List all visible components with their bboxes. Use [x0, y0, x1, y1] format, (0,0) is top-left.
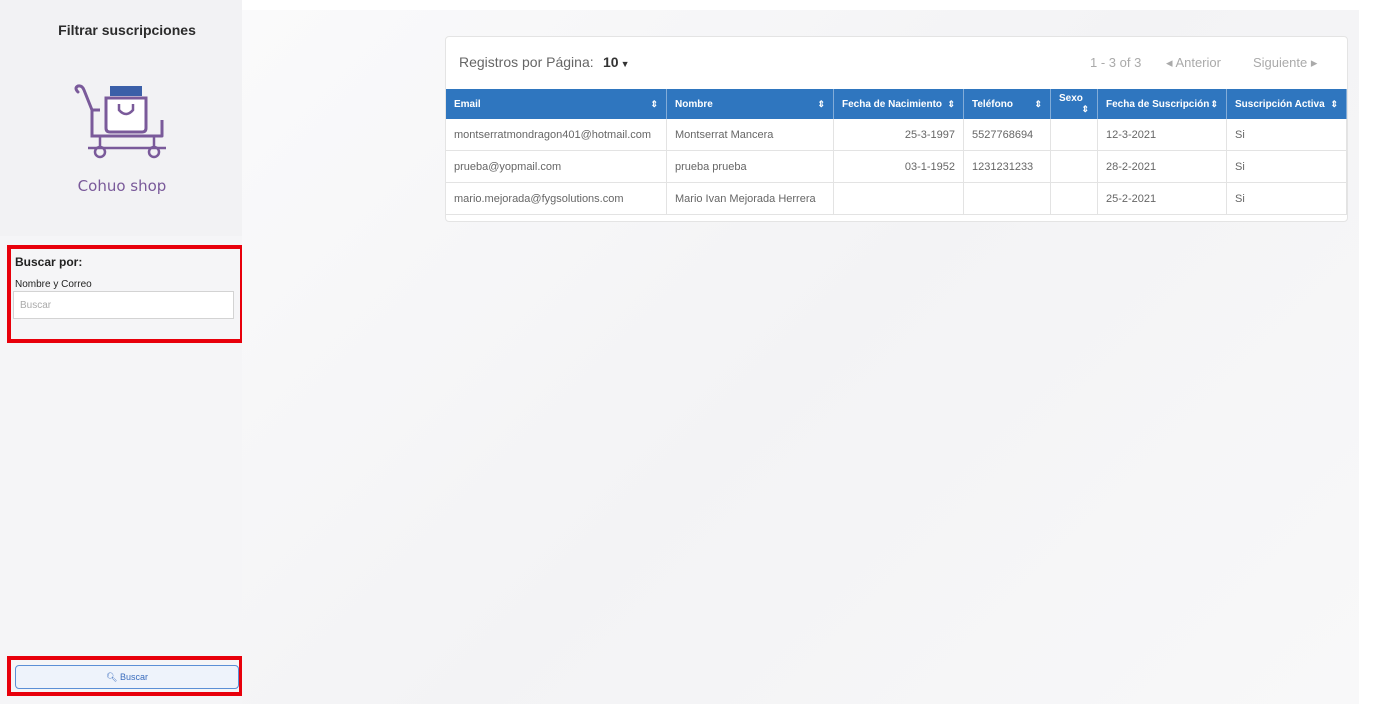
- cell-sex: [1050, 150, 1098, 183]
- cell-name: prueba prueba: [666, 150, 834, 183]
- next-page-button[interactable]: Siguiente ▸: [1253, 55, 1317, 71]
- sidebar-title: Filtrar suscripciones: [58, 22, 196, 38]
- table-row[interactable]: mario.mejorada@fygsolutions.com Mario Iv…: [446, 182, 1347, 215]
- cell-birthdate: [833, 182, 964, 215]
- cell-name: Mario Ivan Mejorada Herrera: [666, 182, 834, 215]
- cell-email: montserratmondragon401@hotmail.com: [446, 119, 667, 151]
- logo-text: Cohuo shop: [77, 177, 167, 195]
- sort-icon: ⇕: [1330, 98, 1338, 109]
- chevron-left-icon: ◂: [1166, 55, 1173, 70]
- column-header-label: Fecha de Suscripción: [1106, 98, 1210, 110]
- subscriptions-table: Email ⇕ Nombre ⇕ Fecha de Nacimiento ⇕ Telé…: [446, 89, 1347, 215]
- search-field-label: Nombre y Correo: [15, 279, 92, 290]
- search-heading: Buscar por:: [15, 255, 83, 269]
- cell-active: Si: [1226, 119, 1347, 151]
- cell-active: Si: [1226, 150, 1347, 183]
- column-header-subscription-date[interactable]: Fecha de Suscripción ⇕: [1097, 89, 1227, 119]
- column-header-label: Email: [454, 98, 481, 110]
- search-icon: 🔍︎: [106, 672, 118, 682]
- cell-phone: 5527768694: [963, 119, 1051, 151]
- cell-subscription-date: 28-2-2021: [1097, 150, 1227, 183]
- sort-icon: ⇕: [1034, 98, 1042, 109]
- sidebar: Filtrar suscripciones Cohuo shop Buscar …: [0, 0, 244, 704]
- sort-icon: ⇕: [947, 98, 955, 109]
- table-row[interactable]: montserratmondragon401@hotmail.com Monts…: [446, 119, 1347, 151]
- search-input[interactable]: [13, 291, 234, 319]
- sort-icon: ⇕: [1210, 98, 1218, 109]
- cell-phone: 1231231233: [963, 150, 1051, 183]
- column-header-phone[interactable]: Teléfono ⇕: [963, 89, 1051, 119]
- shopping-bag-icon: [104, 86, 148, 134]
- cell-sex: [1050, 119, 1098, 151]
- cell-subscription-date: 25-2-2021: [1097, 182, 1227, 215]
- cell-email: mario.mejorada@fygsolutions.com: [446, 182, 667, 215]
- column-header-label: Suscripción Activa: [1235, 98, 1325, 110]
- sidebar-header: Filtrar suscripciones Cohuo shop: [0, 0, 242, 236]
- table-row[interactable]: prueba@yopmail.com prueba prueba 03-1-19…: [446, 150, 1347, 183]
- cell-subscription-date: 12-3-2021: [1097, 119, 1227, 151]
- sort-icon: ⇕: [817, 98, 825, 109]
- search-button-label: Buscar: [119, 672, 148, 682]
- chevron-right-icon: ▸: [1310, 55, 1318, 70]
- sort-icon: ⇕: [650, 98, 658, 109]
- subscriptions-table-card: Registros por Página: 10 ▼ 1 - 3 of 3 ◂ A…: [445, 36, 1348, 222]
- column-header-active[interactable]: Suscripción Activa ⇕: [1226, 89, 1347, 119]
- prev-page-button[interactable]: ◂ Anterior: [1166, 55, 1221, 71]
- cell-birthdate: 03-1-1952: [833, 150, 964, 183]
- sort-icon: ⇕: [1081, 104, 1089, 114]
- per-page-select[interactable]: 10 ▼: [603, 54, 630, 70]
- per-page-label: Registros por Página:: [459, 54, 594, 70]
- column-header-nombre[interactable]: Nombre ⇕: [666, 89, 834, 119]
- column-header-email[interactable]: Email ⇕: [446, 89, 667, 119]
- per-page-value: 10: [603, 54, 619, 70]
- column-header-birthdate[interactable]: Fecha de Nacimiento ⇕: [833, 89, 964, 119]
- cell-name: Montserrat Mancera: [666, 119, 834, 151]
- caret-down-icon: ▼: [620, 59, 630, 69]
- cell-sex: [1050, 182, 1098, 215]
- prev-page-label: Anterior: [1175, 55, 1221, 70]
- column-header-label: Teléfono: [972, 98, 1013, 110]
- column-header-label: Sexo: [1059, 93, 1083, 104]
- column-header-label: Fecha de Nacimiento: [842, 98, 943, 110]
- cell-email: prueba@yopmail.com: [446, 150, 667, 183]
- search-button[interactable]: 🔍︎ Buscar: [15, 665, 239, 689]
- cell-birthdate: 25-3-1997: [833, 119, 964, 151]
- next-page-label: Siguiente: [1253, 55, 1308, 70]
- table-header-row: Email ⇕ Nombre ⇕ Fecha de Nacimiento ⇕ Telé…: [446, 89, 1347, 119]
- search-button-highlight: 🔍︎ Buscar: [7, 656, 243, 696]
- pagination-range: 1 - 3 of 3: [1090, 55, 1142, 70]
- search-panel: Buscar por: Nombre y Correo: [7, 245, 244, 343]
- cell-phone: [963, 182, 1051, 215]
- cart-icon: [74, 84, 166, 159]
- column-header-label: Nombre: [675, 98, 713, 110]
- cell-active: Si: [1226, 182, 1347, 215]
- column-header-sex[interactable]: Sexo ⇕: [1050, 89, 1098, 119]
